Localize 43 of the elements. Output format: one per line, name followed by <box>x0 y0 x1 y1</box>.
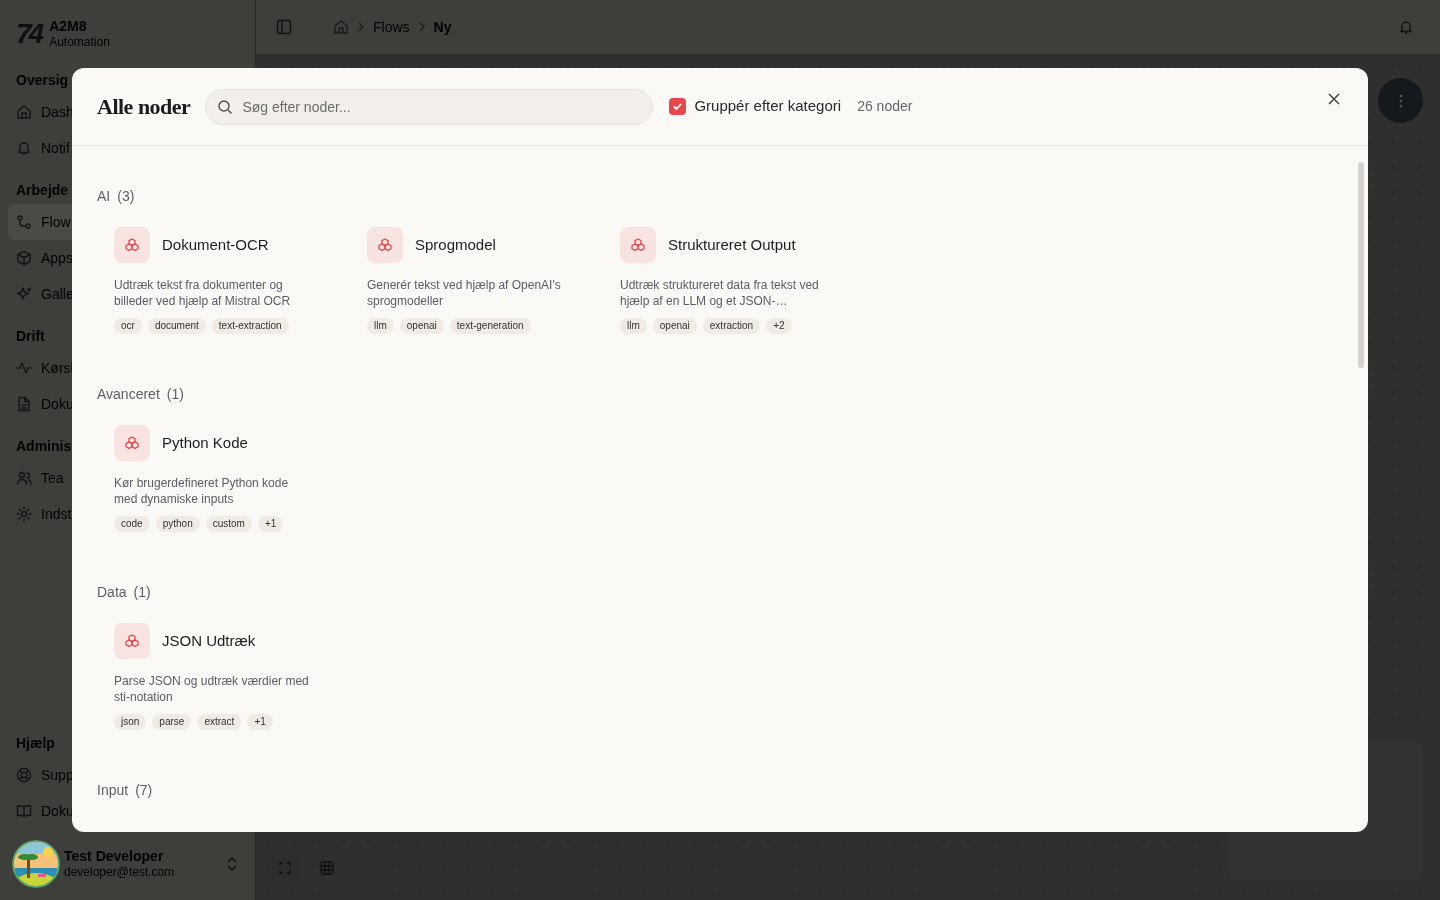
tag: python <box>155 516 200 532</box>
tag: openai <box>399 318 444 334</box>
category-title: Avanceret <box>97 384 160 404</box>
tag: document <box>147 318 206 334</box>
user-email: developer@test.com <box>64 865 176 881</box>
tag: custom <box>205 516 252 532</box>
section-title: Arbejde <box>16 181 69 200</box>
app-subtitle: Automation <box>49 35 110 51</box>
tag: ocr <box>114 318 142 334</box>
category-count: (7) <box>135 780 153 800</box>
section-title: Drift <box>16 327 45 346</box>
category-title: AI <box>97 186 111 206</box>
tag: llm <box>367 318 394 334</box>
node-description: Kør brugerdefineret Python kode med dynamiske inputs <box>114 475 290 507</box>
tag: text-generation <box>449 318 531 334</box>
tag: extraction <box>702 318 761 334</box>
node-description: Udtræk struktureret data fra tekst ved hjælp af en LLM og et JSON-… <box>620 277 820 309</box>
tag: +1 <box>257 516 284 532</box>
node-description: Udtræk tekst fra dokumenter og billeder ved hjælp af Mistral OCR <box>114 277 292 309</box>
user-name: Test Developer <box>64 847 165 866</box>
tag: openai <box>652 318 697 334</box>
breadcrumb-current: Ny <box>433 17 452 37</box>
category-title: Input <box>97 780 129 800</box>
section-title: Oversig <box>16 71 69 90</box>
section-title: Hjælp <box>16 734 55 753</box>
dialog-title: Alle noder <box>97 93 191 121</box>
tag: +1 <box>247 714 273 730</box>
category-count: (1) <box>166 384 184 404</box>
tag: llm <box>620 318 647 334</box>
tag: text-extraction <box>211 318 289 334</box>
category-count: (1) <box>133 582 151 602</box>
tag: json <box>114 714 147 730</box>
tag: parse <box>152 714 192 730</box>
tag: +2 <box>766 318 792 334</box>
tag: code <box>114 516 150 532</box>
category-count: (3) <box>117 186 135 206</box>
section-title: Adminis <box>16 437 72 456</box>
node-count: 26 noder <box>857 97 913 116</box>
node-description: Generér tekst ved hjælp af OpenAI's sprogmodeller <box>367 277 562 309</box>
app-name: A2M8 <box>49 17 88 36</box>
tag: extract <box>197 714 242 730</box>
category-title: Data <box>97 582 127 602</box>
node-description: Parse JSON og udtræk værdier med sti-notation <box>114 673 310 705</box>
